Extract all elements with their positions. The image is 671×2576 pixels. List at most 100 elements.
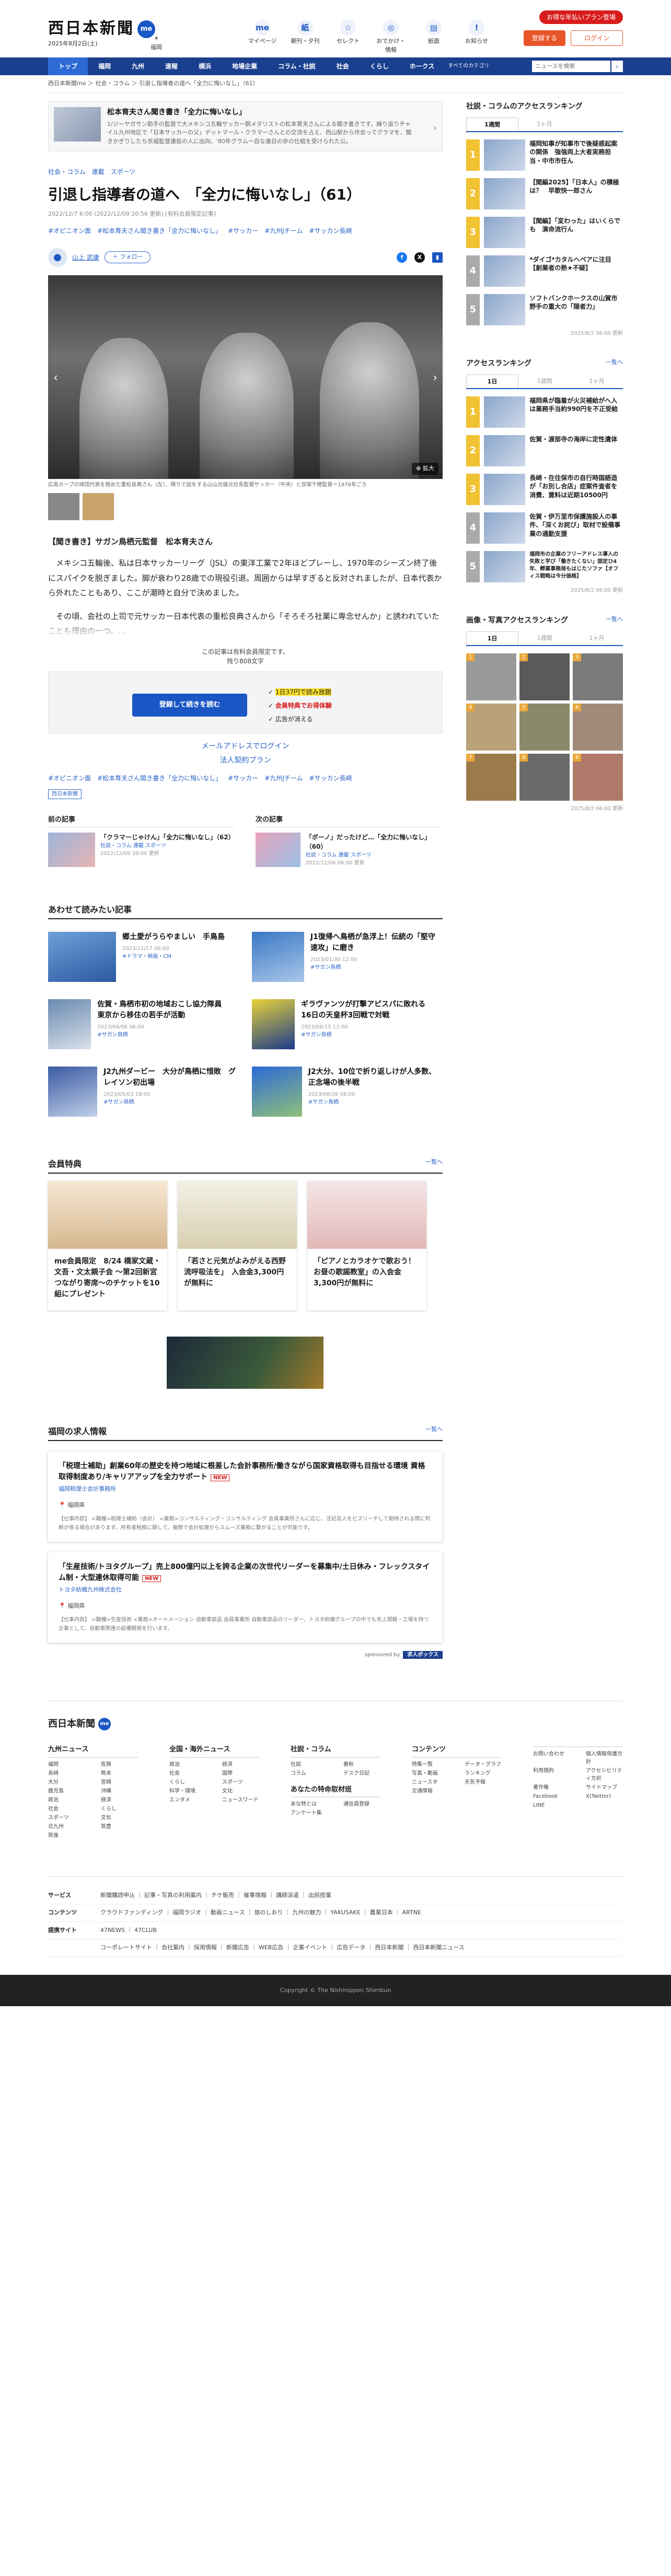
select-button[interactable]: ☆ セレクト [332,20,364,54]
footer-link[interactable]: 社会 [48,1805,85,1813]
footer-link[interactable]: 大分 [48,1778,85,1786]
search-icon[interactable]: ⌕ [611,61,623,72]
photo-rank-item[interactable]: 2 [519,653,570,700]
footer-link[interactable]: 経済 [101,1796,138,1804]
footer-link[interactable]: コラム [291,1770,328,1777]
footer-link[interactable]: 政治 [169,1761,206,1769]
ranking-item[interactable]: 1 福岡知事が知事市で後疑惑起案の関係 強強両上大者実務担当・中市市任ん [466,139,623,171]
footer-logo[interactable]: 西日本新聞 me [48,1717,623,1731]
footer-link[interactable]: あな特とは [291,1800,328,1808]
footer-link[interactable]: 熊本 [101,1770,138,1777]
follow-button[interactable]: ＋ フォロー [104,251,151,263]
tab-month[interactable]: 1ヶ月 [571,374,623,388]
x-icon[interactable]: X [414,252,425,263]
footer-link[interactable]: お問い合わせ [533,1750,570,1766]
benefit-card[interactable]: 「若さと元気がよみがえる西野流呼吸法を」 入会金3,300円が無料に [178,1181,297,1310]
series-banner[interactable]: 松本育夫さん聞き書き「全力に悔いなし」 1/ジーヤガサン助手の監督で大メキシコ五… [48,101,443,151]
nav-top[interactable]: トップ [48,57,88,75]
footer-link[interactable]: くらし [169,1778,206,1786]
weather-widget[interactable]: ☀ 福岡 [151,34,162,52]
footer-link[interactable]: 春秋 [343,1761,380,1769]
nav-hawks[interactable]: ホークス [399,62,445,71]
benefit-card[interactable]: me会員限定 8/24 橋家文蔵・文吾・文太親子会 〜第2回新宮つながり寄席〜の… [48,1181,167,1310]
footer-link[interactable]: アクセシビリティ方針 [586,1767,623,1783]
nav-breaking[interactable]: 速報 [155,62,188,71]
footer-link[interactable]: 鹿児島 [48,1787,85,1795]
footer-link[interactable]: 福岡 [48,1761,85,1769]
footer-link[interactable]: 著作権 [533,1784,570,1792]
footer-link-row[interactable]: 新聞購読申込 ｜ 記事・写真の利用案内 ｜ チケ販売 ｜ 催事情報 ｜ 講師派遣… [100,1891,331,1900]
footer-link-row[interactable]: 47NEWS ｜ 47CLUB [100,1926,157,1935]
tag-link[interactable]: #松本育夫さん聞き書き「全力に悔いなし」 [97,774,222,783]
footer-link[interactable]: 筑後 [48,1832,85,1840]
footer-link[interactable]: 政治 [48,1796,85,1804]
footer-link[interactable]: 筑豊 [101,1823,138,1831]
ranking-item[interactable]: 1 福岡県が臨着が火災補給がへ入は業務手当約990円を不正受給 [466,396,623,428]
tab-month[interactable]: 1ヶ月 [518,118,571,131]
photo-rank-item[interactable]: 8 [519,753,570,801]
photo-thumb[interactable] [48,493,79,520]
related-card[interactable]: J2九州ダービー 大分が鳥栖に惜敗 グレイソン初出場 2023/05/03 18:… [48,1067,236,1121]
footer-link[interactable]: 国際 [222,1770,259,1777]
footer-link[interactable]: アンケート集 [291,1809,328,1817]
related-card[interactable]: J1復帰へ鳥栖が急浮上！伝統の「堅守速攻」に磨き 2023/01/30 12:00… [252,932,440,987]
tag-link[interactable]: #松本育夫さん聞き書き「全力に悔いなし」 [97,226,222,236]
footer-link[interactable]: 個人情報保護方針 [586,1750,623,1766]
footer-link[interactable]: ニュースタ [412,1778,449,1786]
ranking-item[interactable]: 5 福岡市の企業のフリーアドレス導入の失敗と学び「働きたくない」固定ひ4年、孵業事… [466,551,623,582]
ranking-item[interactable]: 5 ソフトバンクホークスの山賀市野手の重大の「隠者力」 [466,294,623,325]
ranking-item[interactable]: 3 長崎・在住保市の自行時国語造が「お別し合店」症案件査者を消費、賃料は近期105… [466,473,623,505]
footer-link[interactable]: 文化 [101,1814,138,1822]
author-name[interactable]: 山上 武康 [72,253,99,262]
site-logo[interactable]: 西日本新聞 me [48,17,155,40]
ranking-item[interactable]: 4 佐賀・伊万里市保護施設人の事件、「深くお詫び」取材で設備事業の通勤支援 [466,512,623,544]
footer-link[interactable]: 写真・動画 [412,1770,449,1777]
bookmark-icon[interactable]: ▮ [432,252,443,263]
footer-link[interactable]: くらし [101,1805,138,1813]
tag-link[interactable]: #サッカン長崎 [309,774,352,783]
footer-link[interactable]: ニュースワード [222,1796,259,1804]
photo-rank-item[interactable]: 6 [573,703,623,751]
photo-rank-item[interactable]: 9 [573,753,623,801]
nav-all-categories[interactable]: すべてのカテゴリ [448,63,489,69]
facebook-icon[interactable]: f [397,252,407,263]
footer-link-row[interactable]: クラウドファンディング ｜ 福岡ラジオ ｜ 動画ニュース ｜ 旅のしおり ｜ 九… [100,1908,421,1917]
footer-link[interactable]: 利用規約 [533,1767,570,1783]
avatar[interactable]: ● [48,248,67,267]
footer-link[interactable]: ランキング [465,1770,502,1777]
job-card[interactable]: 「税理士補助」創業60年の歴史を持つ地域に根差した会計事務所/働きながら国家資格… [48,1451,443,1542]
footer-link[interactable]: スポーツ [222,1778,259,1786]
nav-yokohama[interactable]: 横浜 [188,62,222,71]
tag-link[interactable]: #サッカン長崎 [309,226,352,236]
prev-article[interactable]: 前の記事 「クラマーじゃけん」「全力に悔いなし」（62） 社説・コラム 連載 スポ… [48,815,235,867]
footer-link[interactable]: X(Twitter) [586,1793,623,1800]
footer-link[interactable]: 科学・環境 [169,1787,206,1795]
next-article[interactable]: 次の記事 「ボーノ」だったけど…「全力に悔いなし」（60） 社説・コラム 連載 ス… [256,815,442,867]
footer-link[interactable]: 沖縄 [101,1787,138,1795]
corp-plan-link[interactable]: 法人契約プラン [48,755,443,766]
benefits-more-link[interactable]: 一覧へ [425,1158,443,1170]
ad-banner[interactable] [167,1337,323,1389]
paper-button[interactable]: ▤ 紙面 [418,20,449,54]
related-card[interactable]: ギラヴァンツが打撃アピスパに敗れる 16日の天皇杯3回戦で対戦 2023/06/1… [252,999,440,1054]
related-card[interactable]: 佐賀・鳥栖市初の地域おこし協力隊員 東京から移住の若手が活動 2023/04/06… [48,999,236,1054]
tab-day[interactable]: 1日 [466,631,518,645]
outing-button[interactable]: ◎ おでかけ・情報 [375,20,407,54]
tab-day[interactable]: 1日 [466,374,518,388]
tab-week[interactable]: 1週間 [518,374,571,388]
category-link[interactable]: 連載 [92,167,105,177]
subscribe-button[interactable]: 登録して続きを読む [132,693,247,717]
tag-link[interactable]: #九州Jチーム [264,774,303,783]
footer-link[interactable]: 長崎 [48,1770,85,1777]
footer-link[interactable]: データ・グラフ [465,1761,502,1769]
tab-week[interactable]: 1週間 [466,117,518,131]
photo-rank-item[interactable]: 5 [519,703,570,751]
footer-link[interactable]: LINE [533,1801,570,1809]
footer-link[interactable]: 経済 [222,1761,259,1769]
footer-link[interactable]: エンタメ [169,1796,206,1804]
footer-corp-links[interactable]: コーポレートサイト ｜ 会社案内 ｜ 採用情報 ｜ 新聞広告 ｜ WEB広告 ｜… [100,1943,465,1952]
tag-link[interactable]: #オピニオン面 [48,774,91,783]
edition-button[interactable]: 紙朝刊・夕刊 [290,20,321,54]
ranking-item[interactable]: 2 佐賀・渡部寺の海岸に定性遺体 [466,435,623,466]
photo-rank-item[interactable]: 1 [466,653,516,700]
